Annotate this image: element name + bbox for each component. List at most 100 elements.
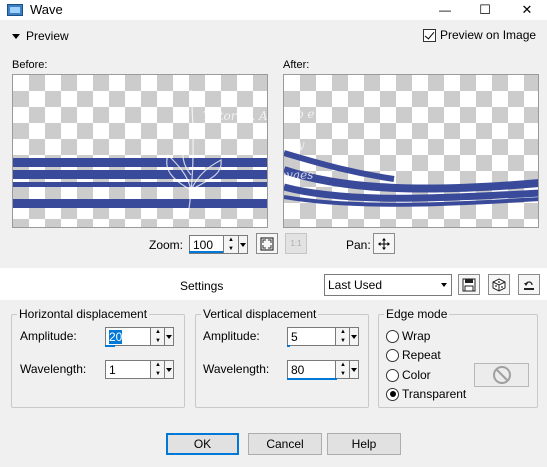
checkbox-checked-icon: [423, 28, 436, 42]
edge-mode-option-transparent[interactable]: Transparent: [386, 387, 466, 401]
dropdown-arrow-icon: [351, 334, 357, 339]
save-preset-button[interactable]: [458, 274, 480, 295]
close-button[interactable]: ✕: [512, 0, 542, 20]
reset-button[interactable]: [518, 274, 540, 295]
zoom-label: Zoom:: [149, 238, 184, 252]
vertical-wavelength-input[interactable]: 80: [287, 360, 337, 379]
after-wave-graphic: Tutorial, Apo e Formatação by Neusa Nova…: [284, 107, 538, 207]
zoom-fit-button[interactable]: [256, 233, 278, 254]
vertical-amplitude-input[interactable]: 5: [287, 327, 337, 346]
move-arrows-icon: [378, 237, 390, 250]
preview-toggle[interactable]: Preview: [12, 29, 69, 43]
watermark-line-3: Neusa Novaes: [284, 168, 313, 182]
edge-mode-option-label: Color: [402, 368, 431, 382]
vertical-wavelength-dropdown[interactable]: [349, 360, 359, 379]
title-bar: Wave — ☐ ✕: [0, 0, 547, 20]
edge-mode-option-repeat[interactable]: Repeat: [386, 348, 441, 362]
edge-mode-option-wrap[interactable]: Wrap: [386, 329, 430, 343]
reset-icon: [524, 280, 534, 290]
vertical-wavelength-value: 80: [291, 362, 305, 377]
cancel-button-label: Cancel: [266, 437, 304, 451]
pan-button[interactable]: [373, 233, 395, 254]
minimize-icon: —: [439, 3, 451, 17]
vertical-amplitude-bar[interactable]: [287, 345, 290, 347]
ok-button[interactable]: OK: [166, 433, 239, 455]
chevron-down-icon: [437, 275, 451, 295]
actual-size-icon: 1:1: [290, 239, 302, 248]
preview-toggle-label: Preview: [26, 29, 69, 43]
dropdown-arrow-icon: [351, 367, 357, 372]
maximize-icon: ☐: [479, 2, 491, 17]
dice-icon: [492, 277, 506, 292]
horizontal-amplitude-dropdown[interactable]: [164, 327, 174, 346]
zoom-dropdown[interactable]: [238, 235, 248, 254]
zoom-spinner[interactable]: ▲ ▼: [223, 235, 239, 254]
horizontal-amplitude-input[interactable]: 20: [105, 327, 152, 346]
dropdown-arrow-icon: [240, 242, 246, 247]
collapse-arrow-icon: [12, 33, 20, 39]
horizontal-amplitude-label: Amplitude:: [20, 329, 77, 343]
dropdown-arrow-icon: [166, 334, 172, 339]
spin-up-icon[interactable]: ▲: [336, 328, 350, 337]
spin-up-icon[interactable]: ▲: [224, 236, 238, 245]
settings-label: Settings: [180, 279, 224, 293]
horizontal-amplitude-value: 20: [109, 329, 123, 344]
spin-down-icon[interactable]: ▼: [336, 370, 350, 379]
spin-down-icon[interactable]: ▼: [151, 370, 165, 379]
help-button-label: Help: [351, 437, 377, 451]
fit-window-icon: [260, 236, 274, 251]
watermark-line-1-cont: Tutorial, Apo e: [284, 107, 314, 121]
help-button[interactable]: Help: [327, 433, 401, 455]
radio-selected-icon: [386, 387, 399, 401]
vertical-amplitude-dropdown[interactable]: [349, 327, 359, 346]
edge-mode-option-label: Repeat: [402, 348, 441, 362]
pan-label: Pan:: [346, 238, 371, 252]
watermark-line-2: Formatação by: [284, 138, 305, 152]
window-title: Wave: [30, 2, 63, 17]
horizontal-wavelength-label: Wavelength:: [20, 362, 87, 376]
horizontal-wavelength-dropdown[interactable]: [164, 360, 174, 379]
randomize-button[interactable]: [488, 274, 510, 295]
close-icon: ✕: [521, 2, 533, 17]
preview-on-image-label: Preview on Image: [440, 28, 537, 42]
watermark-line-1: Tutorial, Apo e: [203, 109, 268, 123]
vertical-wavelength-label: Wavelength:: [203, 362, 270, 376]
maximize-button[interactable]: ☐: [470, 0, 500, 20]
spin-up-icon[interactable]: ▲: [336, 361, 350, 370]
vertical-amplitude-value: 5: [291, 329, 298, 344]
edge-mode-title: Edge mode: [384, 307, 450, 321]
horizontal-displacement-title: Horizontal displacement: [17, 307, 150, 321]
horizontal-wavelength-value: 1: [109, 362, 116, 377]
no-color-icon: [492, 366, 511, 384]
after-label: After:: [283, 59, 310, 71]
spin-down-icon[interactable]: ▼: [151, 337, 165, 346]
zoom-value: 100: [193, 237, 214, 252]
before-preview[interactable]: Tutorial, Apo e: [12, 74, 268, 228]
radio-icon: [386, 368, 399, 382]
dropdown-arrow-icon: [166, 367, 172, 372]
edge-mode-option-label: Transparent: [402, 387, 467, 401]
edge-mode-option-color[interactable]: Color: [386, 368, 431, 382]
spin-up-icon[interactable]: ▲: [151, 328, 165, 337]
app-icon: [7, 4, 23, 16]
spin-down-icon[interactable]: ▼: [336, 337, 350, 346]
cancel-button[interactable]: Cancel: [248, 433, 322, 455]
horizontal-amplitude-bar[interactable]: [105, 345, 115, 347]
radio-icon: [386, 348, 399, 362]
watermark: Tutorial, Apo e: [166, 89, 268, 216]
actual-size-button[interactable]: 1:1: [285, 233, 307, 254]
preset-select[interactable]: Last Used: [324, 274, 452, 296]
minimize-button[interactable]: —: [430, 0, 460, 20]
spin-down-icon[interactable]: ▼: [224, 245, 238, 254]
vertical-displacement-title: Vertical displacement: [201, 307, 319, 321]
after-preview[interactable]: Tutorial, Apo e Formatação by Neusa Nova…: [283, 74, 539, 228]
edge-color-swatch[interactable]: [474, 363, 529, 387]
vertical-wavelength-bar[interactable]: [287, 378, 337, 380]
radio-icon: [386, 329, 399, 343]
horizontal-wavelength-input[interactable]: 1: [105, 360, 152, 379]
before-label: Before:: [12, 59, 48, 71]
edge-mode-option-label: Wrap: [402, 329, 431, 343]
spin-up-icon[interactable]: ▲: [151, 361, 165, 370]
save-preset-icon: [462, 278, 476, 291]
preview-on-image-checkbox[interactable]: Preview on Image: [423, 28, 536, 42]
